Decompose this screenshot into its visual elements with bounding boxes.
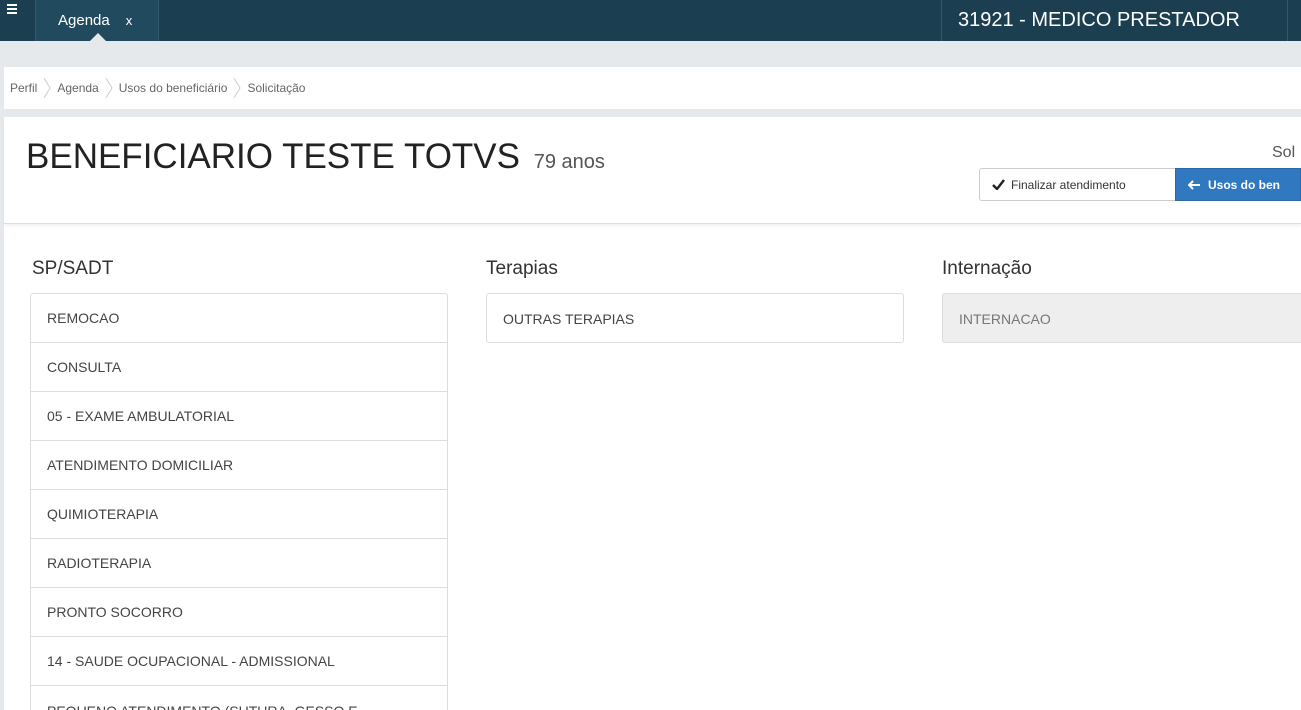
sadt-column-title: SP/SADT — [32, 258, 114, 279]
tab-close-icon[interactable]: x — [126, 13, 133, 28]
breadcrumb-separator-icon — [233, 78, 242, 98]
tab-agenda[interactable]: Agenda x — [35, 0, 159, 41]
list-item[interactable]: REMOCAO — [31, 294, 447, 343]
hamburger-menu-icon[interactable] — [0, 0, 24, 41]
breadcrumb: Perfil Agenda Usos do beneficiário Solic… — [4, 67, 1301, 109]
sadt-list: REMOCAO CONSULTA 05 - EXAME AMBULATORIAL… — [30, 293, 448, 710]
user-label[interactable]: 31921 - MEDICO PRESTADOR — [941, 0, 1288, 41]
section-label: Sol — [1272, 144, 1296, 161]
terapias-column-title: Terapias — [486, 258, 558, 279]
check-icon — [992, 179, 1005, 190]
internacao-column-title: Internação — [942, 258, 1032, 279]
terapias-list: OUTRAS TERAPIAS — [486, 293, 904, 343]
breadcrumb-item-agenda[interactable]: Agenda — [57, 78, 118, 98]
list-item[interactable]: ATENDIMENTO DOMICILIAR — [31, 441, 447, 490]
tab-active-caret-icon — [90, 33, 106, 41]
beneficiary-age: 79 anos — [533, 151, 605, 173]
list-item[interactable]: CONSULTA — [31, 343, 447, 392]
list-item[interactable]: 14 - SAUDE OCUPACIONAL - ADMISSIONAL — [31, 637, 447, 686]
breadcrumb-item-perfil[interactable]: Perfil — [10, 78, 57, 98]
top-bar: Agenda x 31921 - MEDICO PRESTADOR — [0, 0, 1301, 41]
arrow-left-icon — [1188, 179, 1200, 190]
beneficiary-header: BENEFICIARIO TESTE TOTVS 79 anos Sol Fin… — [4, 117, 1301, 224]
beneficiary-name: BENEFICIARIO TESTE TOTVS — [26, 137, 520, 176]
finalizar-atendimento-button[interactable]: Finalizar atendimento — [979, 168, 1176, 201]
internacao-list: INTERNACAO — [942, 293, 1301, 343]
list-item: INTERNACAO — [943, 294, 1301, 342]
list-item[interactable]: PEQUENO ATENDIMENTO (SUTURA, GESSO E — [31, 686, 447, 710]
tab-label: Agenda — [58, 12, 110, 29]
list-item[interactable]: PRONTO SOCORRO — [31, 588, 447, 637]
list-item[interactable]: 05 - EXAME AMBULATORIAL — [31, 392, 447, 441]
usos-do-beneficiario-button[interactable]: Usos do ben — [1175, 168, 1301, 201]
breadcrumb-separator-icon — [43, 78, 51, 98]
list-item[interactable]: OUTRAS TERAPIAS — [487, 294, 903, 342]
main-panel: BENEFICIARIO TESTE TOTVS 79 anos Sol Fin… — [4, 117, 1301, 710]
page-title: BENEFICIARIO TESTE TOTVS 79 anos — [26, 137, 605, 177]
list-item[interactable]: QUIMIOTERAPIA — [31, 490, 447, 539]
breadcrumb-item-usos[interactable]: Usos do beneficiário — [119, 78, 248, 98]
list-item[interactable]: RADIOTERAPIA — [31, 539, 447, 588]
breadcrumb-separator-icon — [105, 78, 113, 98]
breadcrumb-item-solicitacao: Solicitação — [247, 81, 306, 95]
